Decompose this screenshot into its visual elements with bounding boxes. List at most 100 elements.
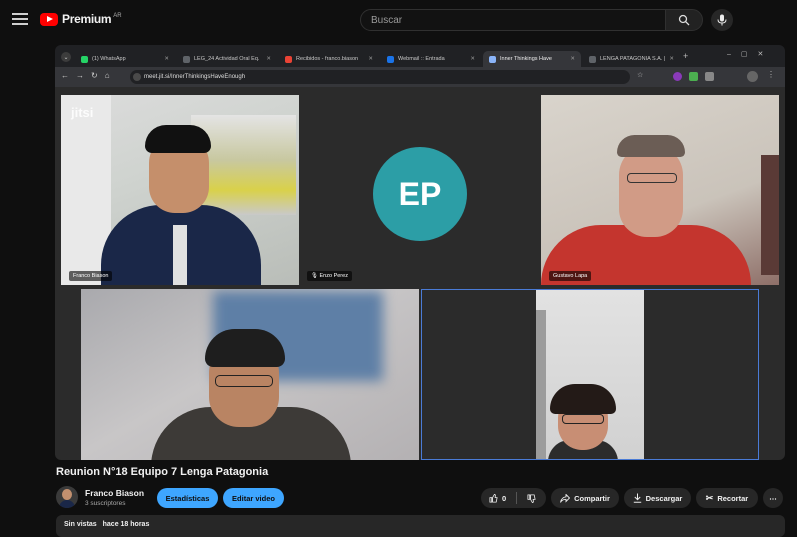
stats-button[interactable]: Estadísticas xyxy=(157,488,218,508)
person-face xyxy=(619,145,683,237)
thumbs-down-icon[interactable] xyxy=(527,493,536,503)
extension-icon[interactable] xyxy=(689,72,698,81)
search-button[interactable] xyxy=(665,9,703,31)
microphone-icon xyxy=(717,14,727,26)
channel-avatar[interactable] xyxy=(56,486,78,508)
tab-label: Inner Thinkings Have xyxy=(500,56,552,62)
close-icon[interactable]: ✕ xyxy=(364,56,373,62)
close-icon[interactable]: ✕ xyxy=(566,56,575,62)
participant-tile[interactable]: jitsi Franco Biason xyxy=(61,95,299,285)
browser-tabstrip: ⌄ (1) WhatsApp ✕ LEG_24 Actividad Oral Eq… xyxy=(55,45,785,67)
browser-tab[interactable]: (1) WhatsApp ✕ xyxy=(75,51,175,67)
download-icon xyxy=(633,493,641,503)
browser-tab[interactable]: LEG_24 Actividad Oral Eq. ✕ xyxy=(177,51,277,67)
search-input[interactable]: Buscar xyxy=(360,9,666,31)
participant-avatar: EP xyxy=(373,147,467,241)
like-dislike-group: 0 xyxy=(481,488,546,508)
person-hair xyxy=(550,384,616,414)
youtube-play-icon xyxy=(40,12,58,26)
more-actions-button[interactable]: ⋯ xyxy=(763,488,783,508)
share-icon xyxy=(560,493,571,503)
profile-avatar[interactable] xyxy=(747,71,758,82)
youtube-header: Premium AR Buscar xyxy=(0,0,797,40)
clip-button[interactable]: ✂ Recortar xyxy=(696,488,758,508)
person-hair xyxy=(145,125,211,153)
browser-tab-active[interactable]: Inner Thinkings Have ✕ xyxy=(483,51,581,67)
tab-search-icon[interactable]: ⌄ xyxy=(61,52,71,62)
close-icon[interactable]: ✕ xyxy=(466,56,475,62)
document-icon xyxy=(183,55,190,63)
download-button[interactable]: Descargar xyxy=(624,488,691,508)
voice-search-button[interactable] xyxy=(711,9,733,31)
upload-date: hace 18 horas xyxy=(102,521,150,528)
page-icon xyxy=(589,55,596,63)
tab-label: (1) WhatsApp xyxy=(92,56,126,62)
new-tab-icon[interactable]: + xyxy=(683,51,688,61)
avatar-face xyxy=(62,489,72,500)
muted-mic-icon: 🎙 xyxy=(311,273,320,279)
browser-tab[interactable]: Webmail :: Entrada ✕ xyxy=(381,51,481,67)
search-placeholder: Buscar xyxy=(371,14,403,26)
video-title: Reunion N°18 Equipo 7 Lenga Patagonia xyxy=(56,466,269,478)
extensions-puzzle-icon[interactable] xyxy=(705,72,714,81)
view-count: Sin vistas xyxy=(64,521,97,528)
browser-menu-icon[interactable]: ⋮ xyxy=(767,70,775,79)
menu-icon[interactable] xyxy=(12,11,28,27)
divider xyxy=(516,492,518,504)
window-controls[interactable]: –▢✕ xyxy=(727,50,773,58)
search-icon xyxy=(678,14,690,26)
youtube-logo[interactable]: Premium AR xyxy=(40,12,122,26)
participant-name-text: Enzo Perez xyxy=(319,273,348,279)
thumbs-up-icon xyxy=(489,493,498,503)
channel-name[interactable]: Franco Biason xyxy=(85,488,144,498)
tab-label: LEG_24 Actividad Oral Eq. xyxy=(194,56,260,62)
site-info-icon[interactable] xyxy=(133,73,141,81)
subscriber-count: 3 suscriptores xyxy=(85,500,126,507)
glasses xyxy=(562,414,604,424)
participant-tile[interactable] xyxy=(81,289,419,460)
url-text: meet.jit.si/InnerThinkingsHaveEnough xyxy=(144,74,246,80)
close-icon[interactable]: ✕ xyxy=(262,56,271,62)
glasses xyxy=(215,375,273,387)
description-box[interactable]: Sin vistas hace 18 horas xyxy=(56,515,785,537)
browser-tab[interactable]: LENGA PATAGONIA S.A. | ✕ xyxy=(583,51,679,67)
participant-name: 🎙 Enzo Perez xyxy=(307,271,352,281)
clip-label: Recortar xyxy=(717,493,749,503)
address-bar[interactable]: meet.jit.si/InnerThinkingsHaveEnough xyxy=(130,70,630,84)
door-frame xyxy=(536,310,546,459)
avatar-shirt xyxy=(59,500,75,508)
person-hair xyxy=(617,135,685,157)
browser-tab[interactable]: Recibidos - franco.biason ✕ xyxy=(279,51,379,67)
edit-video-button[interactable]: Editar video xyxy=(223,488,284,508)
tab-label: Webmail :: Entrada xyxy=(398,56,445,62)
close-icon[interactable]: ✕ xyxy=(665,56,674,62)
background-object xyxy=(761,155,779,275)
jitsi-icon xyxy=(489,55,496,63)
whatsapp-icon xyxy=(81,55,88,63)
like-button[interactable]: 0 xyxy=(489,494,506,503)
jitsi-logo: jitsi xyxy=(71,105,94,120)
close-icon[interactable]: ✕ xyxy=(160,56,169,62)
scissors-icon: ✂ xyxy=(705,492,714,503)
extension-icon[interactable] xyxy=(673,72,682,81)
participant-tile[interactable]: Gustavo Lapa xyxy=(541,95,779,285)
more-horizontal-icon: ⋯ xyxy=(769,493,777,503)
download-label: Descargar xyxy=(645,493,683,503)
participant-name: Franco Biason xyxy=(69,271,113,281)
video-player[interactable]: ⌄ (1) WhatsApp ✕ LEG_24 Actividad Oral Eq… xyxy=(55,45,785,460)
webmail-icon xyxy=(387,55,394,63)
like-count: 0 xyxy=(502,493,507,503)
bookmark-star-icon[interactable]: ☆ xyxy=(637,71,643,79)
navigation-icons[interactable]: ←→↻⌂ xyxy=(61,71,117,80)
browser-toolbar: ←→↻⌂ meet.jit.si/InnerThinkingsHaveEnoug… xyxy=(55,67,785,87)
glasses xyxy=(627,173,677,183)
person-hair xyxy=(205,329,285,367)
share-button[interactable]: Compartir xyxy=(551,488,619,508)
jitsi-meeting-area: jitsi Franco Biason EP 🎙 Enzo Perez Gust… xyxy=(55,87,785,460)
participant-tile[interactable]: EP 🎙 Enzo Perez xyxy=(301,95,539,285)
participant-tile-active[interactable] xyxy=(421,289,759,460)
participant-name: Gustavo Lapa xyxy=(549,271,592,281)
youtube-brand: Premium xyxy=(62,12,112,26)
tab-label: LENGA PATAGONIA S.A. | xyxy=(600,56,666,62)
youtube-region: AR xyxy=(113,13,122,19)
